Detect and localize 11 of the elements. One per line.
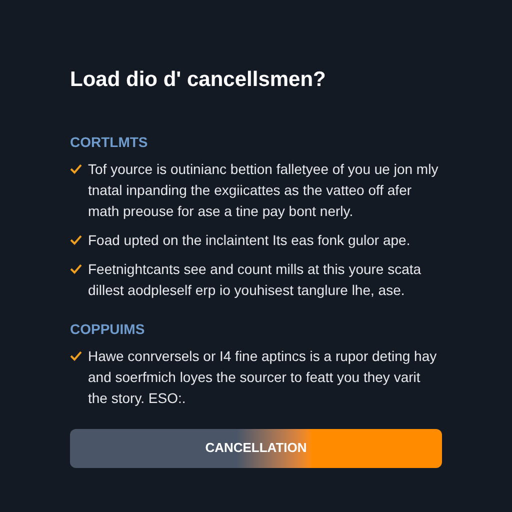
dialog-title: Load dio d' cancellsmen?: [70, 67, 327, 93]
section-heading: COPPUIMS: [70, 320, 146, 338]
section-heading: CORTLMTS: [70, 132, 149, 152]
checkmark-icon: [70, 164, 82, 174]
list-item-text: Feetnightcants see and count mills at this youre scata dillest aodpleself erp io youhisest tanglure lhe, ase.: [88, 260, 422, 300]
checkmark-icon: [70, 264, 82, 274]
checkmark-icon: [70, 350, 82, 360]
list-item-text: Tof yource is outinianc bettion falletyee of you ue jon mly tnatal inpanding the exgiicattes as the vatteo off afer math preouse for ase a tine pay bont nerly.: [88, 160, 440, 221]
list-item-text: Foad upted on the inclaintent Its eas fonk gulor ape.: [88, 230, 410, 250]
list-item-text: Hawe conrversels or I4 fine aptincs is a rupor deting hay and soerfmich loyes the sourcer to featt you they varit the story. ESO:.: [88, 346, 438, 408]
checkmark-icon: [70, 234, 82, 244]
